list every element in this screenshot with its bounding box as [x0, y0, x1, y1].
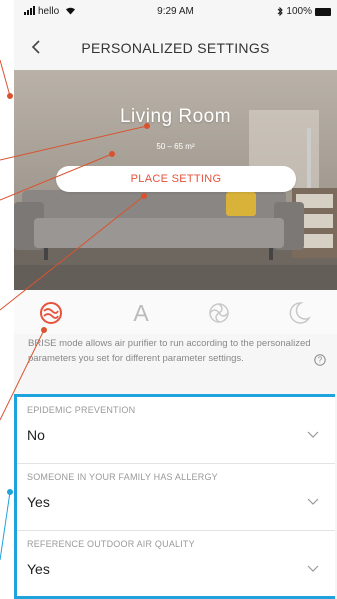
room-name: Living Room: [119, 106, 232, 127]
brise-mode-icon: [40, 302, 62, 324]
chevron-down-icon[interactable]: [307, 431, 319, 439]
battery-percent: 100%: [286, 6, 312, 17]
auto-mode-button[interactable]: A: [124, 296, 158, 330]
swirl-mode-button[interactable]: [202, 296, 236, 330]
moon-mode-icon: [289, 302, 311, 324]
setting-row-epidemic[interactable]: EPIDEMIC PREVENTION No: [17, 397, 335, 464]
room-size: 50 – 65 m²: [156, 142, 195, 151]
help-icon[interactable]: ?: [314, 354, 326, 366]
battery-indicator: 100%: [277, 6, 331, 17]
setting-value[interactable]: No: [27, 427, 45, 443]
setting-label: REFERENCE OUTDOOR AIR QUALITY: [27, 539, 195, 549]
setting-label: EPIDEMIC PREVENTION: [27, 405, 136, 415]
phone-screen: hello 9:29 AM 100% PERSONALIZED SETTINGS: [14, 0, 337, 599]
setting-row-air-quality[interactable]: REFERENCE OUTDOOR AIR QUALITY Yes: [17, 531, 335, 597]
status-bar: hello 9:29 AM 100%: [14, 0, 337, 26]
setting-value[interactable]: Yes: [27, 494, 50, 510]
sleep-mode-button[interactable]: [282, 296, 316, 330]
svg-text:?: ?: [318, 356, 323, 365]
chevron-down-icon[interactable]: [307, 565, 319, 573]
battery-icon: [315, 7, 331, 16]
setting-value[interactable]: Yes: [27, 561, 50, 577]
swirl-mode-icon: [209, 303, 229, 323]
bluetooth-icon: [278, 7, 284, 16]
auto-mode-icon: A: [133, 299, 149, 326]
header: PERSONALIZED SETTINGS: [14, 26, 337, 70]
page-title: PERSONALIZED SETTINGS: [81, 40, 270, 56]
brise-mode-button[interactable]: [34, 296, 68, 330]
room-photo: Living Room 50 – 65 m² PLACE SETTING: [14, 70, 337, 290]
setting-row-allergy[interactable]: SOMEONE IN YOUR FAMILY HAS ALLERGY Yes: [17, 464, 335, 531]
setting-label: SOMEONE IN YOUR FAMILY HAS ALLERGY: [27, 472, 218, 482]
mode-selector: A: [14, 290, 337, 334]
chevron-down-icon[interactable]: [307, 498, 319, 506]
mode-description: BRISE mode allows air purifier to run ac…: [28, 338, 311, 364]
place-setting-button[interactable]: PLACE SETTING: [56, 166, 296, 192]
settings-panel: EPIDEMIC PREVENTION No SOMEONE IN YOUR F…: [14, 394, 335, 599]
